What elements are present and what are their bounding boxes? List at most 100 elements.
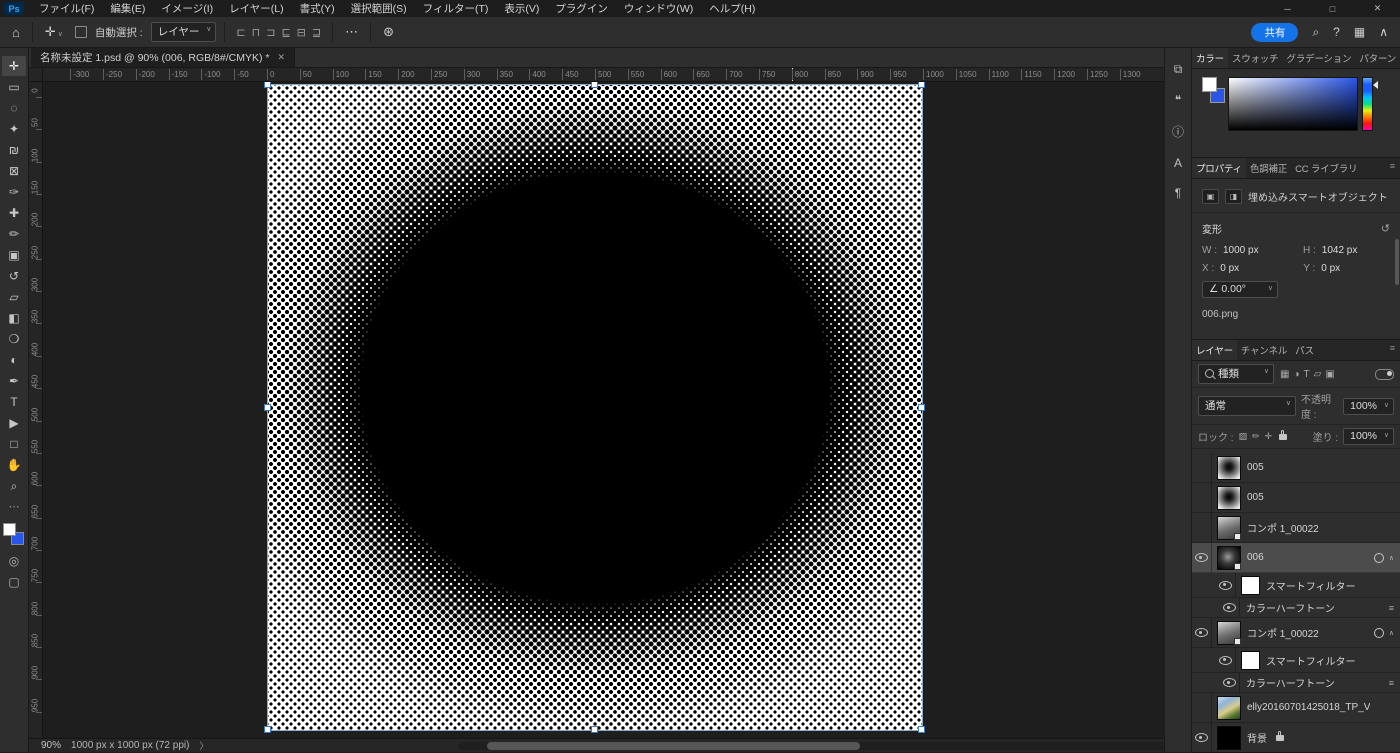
hue-slider[interactable] (1362, 77, 1373, 131)
lasso-tool[interactable]: ◌ (2, 98, 26, 118)
lock-pixels-icon[interactable]: ✏ (1252, 431, 1260, 442)
blur-tool[interactable]: ❍ (2, 329, 26, 349)
pen-tool[interactable]: ✒ (2, 371, 26, 391)
layer-row[interactable]: カラーハーフトーン ≡ (1192, 598, 1400, 618)
libraries-icon[interactable]: ⧉ (1174, 62, 1183, 77)
zoom-tool[interactable]: ⌕ (2, 476, 26, 496)
layer-row[interactable]: elly20160701425018_TP_V (1192, 693, 1400, 723)
zoom-level-field[interactable]: 90% (41, 740, 61, 751)
reset-transform-icon[interactable]: ↺ (1381, 222, 1390, 235)
crop-tool[interactable]: ₪ (2, 140, 26, 160)
document-tab[interactable]: 名称未設定 1.psd @ 90% (006, RGB/8#/CMYK) * ✕ (31, 48, 296, 67)
visibility-toggle[interactable] (1220, 673, 1240, 692)
quick-selection-tool[interactable]: ✦ (2, 119, 26, 139)
color-swatches[interactable] (2, 523, 26, 547)
type-tool[interactable]: T (2, 392, 26, 412)
visibility-toggle[interactable] (1192, 723, 1212, 752)
eraser-tool[interactable]: ▱ (2, 287, 26, 307)
visibility-toggle[interactable] (1192, 513, 1212, 542)
panel-menu-icon[interactable]: ≡ (1385, 340, 1400, 360)
align-icon[interactable]: ⊑ (278, 26, 293, 39)
auto-select-target-dropdown[interactable]: レイヤー (150, 22, 217, 42)
workspace-icon[interactable]: ▦ (1354, 25, 1365, 40)
chevron-up-icon[interactable]: ∧ (1379, 25, 1388, 40)
layer-row[interactable]: コンポ 1_00022 ∧ (1192, 618, 1400, 648)
home-icon[interactable]: ⌂ (8, 25, 24, 40)
panel-color-swatches[interactable] (1200, 77, 1230, 107)
current-tool-icon[interactable]: ✛ ∨ (41, 24, 67, 40)
align-icon[interactable]: ⊒ (309, 26, 324, 39)
canvas-area[interactable]: -300 -250 -200 -150 -100 -50 0 50 100 150 200 250 30… (29, 68, 1164, 738)
visibility-toggle[interactable] (1192, 618, 1212, 647)
align-icon[interactable]: ⊓ (249, 26, 264, 39)
layer-filter-dropdown[interactable]: 種類 (1198, 364, 1274, 384)
y-field[interactable]: 0 px (1321, 263, 1340, 274)
edit-toolbar-icon[interactable]: ⋯ (9, 500, 20, 513)
layer-filter-icon[interactable]: T (1303, 369, 1311, 380)
panel-menu-icon[interactable]: ≡ (1385, 158, 1400, 178)
menu-item[interactable]: フィルター(T) (415, 1, 497, 16)
layer-row[interactable]: 006 ∧ (1192, 543, 1400, 573)
collapse-chevron-icon[interactable]: ∧ (1389, 554, 1394, 562)
menu-item[interactable]: プラグイン (547, 1, 616, 16)
layer-row[interactable]: カラーハーフトーン ≡ (1192, 673, 1400, 693)
halftone-image[interactable] (267, 84, 923, 731)
menu-item[interactable]: ヘルプ(H) (701, 1, 763, 16)
align-icon[interactable]: ⊐ (263, 26, 278, 39)
layers-tab[interactable]: チャンネル (1237, 340, 1291, 360)
visibility-toggle[interactable] (1192, 543, 1212, 572)
visibility-toggle[interactable] (1192, 693, 1212, 722)
quick-mask-icon[interactable]: ◎ (9, 554, 19, 568)
layer-filter-icon[interactable]: ▦ (1279, 369, 1290, 380)
visibility-toggle[interactable] (1220, 598, 1240, 617)
layers-tab[interactable]: レイヤー (1192, 340, 1237, 360)
path-selection-tool[interactable]: ▶ (2, 413, 26, 433)
properties-tab[interactable]: CC ライブラリ (1291, 158, 1361, 178)
clone-stamp-tool[interactable]: ▣ (2, 245, 26, 265)
blend-mode-dropdown[interactable]: 通常 (1198, 396, 1296, 416)
menu-item[interactable]: イメージ(I) (153, 1, 221, 16)
opacity-dropdown[interactable]: 100% (1343, 397, 1394, 415)
screen-mode-icon[interactable]: ▢ (8, 575, 19, 589)
color-tab[interactable]: スウォッチ (1228, 48, 1283, 68)
align-icon[interactable]: ⊟ (294, 26, 309, 39)
smart-filter-badge-icon[interactable] (1373, 552, 1384, 563)
rotation-dropdown[interactable]: ∠ 0.00° (1202, 280, 1278, 298)
x-field[interactable]: 0 px (1220, 263, 1272, 274)
move-tool[interactable]: ✛ (2, 56, 26, 76)
dodge-tool[interactable]: ◐ (2, 350, 26, 370)
auto-select-checkbox[interactable] (74, 26, 87, 38)
color-tab[interactable]: パターン (1355, 48, 1400, 68)
layer-row[interactable]: 背景 (1192, 723, 1400, 753)
eyedropper-tool[interactable]: ✑ (2, 182, 26, 202)
align-icon[interactable]: ⊏ (233, 26, 248, 39)
visibility-toggle[interactable] (1216, 573, 1236, 597)
history-brush-tool[interactable]: ↺ (2, 266, 26, 286)
smart-filter-badge-icon[interactable] (1373, 627, 1384, 638)
layers-tab[interactable]: パス (1291, 340, 1318, 360)
fill-dropdown[interactable]: 100% (1343, 428, 1394, 445)
visibility-toggle[interactable] (1216, 648, 1236, 672)
width-field[interactable]: 1000 px (1223, 245, 1275, 256)
healing-brush-tool[interactable]: ✚ (2, 203, 26, 223)
maximize-icon[interactable]: □ (1310, 0, 1355, 17)
marquee-tool[interactable]: ▭ (2, 77, 26, 97)
status-chevron-icon[interactable]: 〉 (199, 739, 208, 752)
close-tab-icon[interactable]: ✕ (277, 52, 285, 63)
panel-scrollbar-thumb[interactable] (1395, 239, 1399, 285)
height-field[interactable]: 1042 px (1322, 245, 1358, 256)
horizontal-scrollbar-thumb[interactable] (487, 742, 860, 750)
layer-row[interactable]: コンポ 1_00022 (1192, 513, 1400, 543)
color-tab[interactable]: カラー (1192, 48, 1228, 68)
collapse-chevron-icon[interactable]: ∧ (1389, 629, 1394, 637)
menu-item[interactable]: 書式(Y) (292, 1, 343, 16)
minimize-icon[interactable]: ─ (1265, 0, 1310, 17)
lock-position-icon[interactable]: ✛ (1265, 431, 1273, 442)
layer-filter-icon[interactable]: ◑ (1292, 369, 1300, 380)
color-tab[interactable]: グラデーション (1282, 48, 1355, 68)
comments-icon[interactable]: ❝ (1175, 93, 1181, 107)
gear-icon[interactable]: ⊛ (379, 24, 398, 40)
paragraph-icon[interactable]: ¶ (1175, 186, 1181, 200)
frame-tool[interactable]: ⊠ (2, 161, 26, 181)
layer-row[interactable]: 005 (1192, 453, 1400, 483)
